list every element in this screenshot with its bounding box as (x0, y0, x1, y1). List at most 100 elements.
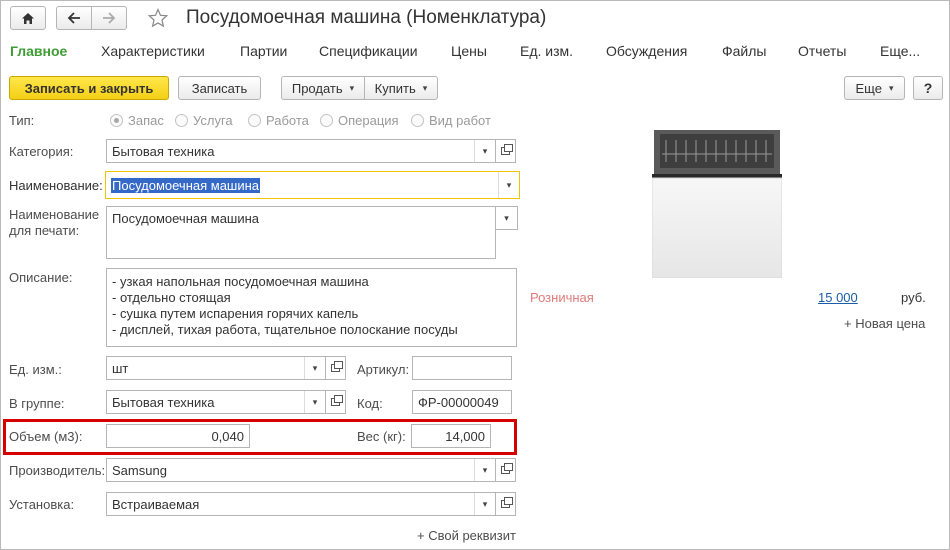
buy-label: Купить (374, 80, 416, 96)
chevron-down-icon[interactable]: ▾ (304, 357, 325, 379)
price-value-link[interactable]: 15 000 (818, 290, 858, 305)
save-and-close-button[interactable]: Записать и закрыть (9, 76, 169, 100)
price-kind-label: Розничная (530, 290, 594, 305)
manufacturer-label: Производитель: (9, 463, 106, 478)
weight-label: Вес (кг): (357, 429, 406, 444)
description-field[interactable]: - узкая напольная посудомоечная машина -… (106, 268, 517, 347)
type-option-service[interactable]: Услуга (175, 113, 233, 128)
unit-label: Ед. изм.: (9, 362, 62, 377)
category-label: Категория: (9, 144, 74, 159)
print-name-label-line2: для печати: (9, 223, 80, 238)
article-label: Артикул: (357, 362, 410, 377)
name-label: Наименование: (9, 178, 103, 193)
chevron-down-icon[interactable]: ▾ (498, 172, 519, 198)
code-value: ФР-00000049 (418, 394, 499, 410)
description-line: - сушка путем испарения горячих капель (112, 306, 359, 321)
print-name-dropdown[interactable]: ▾ (496, 206, 518, 230)
calculator-icon[interactable] (490, 425, 491, 447)
type-option-work-kind-label: Вид работ (429, 113, 491, 128)
more-button[interactable]: Еще (844, 76, 905, 100)
tab-more[interactable]: Еще... (880, 43, 920, 59)
tab-units[interactable]: Ед. изм. (520, 43, 573, 59)
price-currency: руб. (901, 290, 926, 305)
name-value: Посудомоечная машина (111, 177, 261, 193)
type-option-stock-label: Запас (128, 113, 164, 128)
group-open-button[interactable] (326, 390, 346, 414)
unit-value: шт (112, 360, 129, 376)
article-field[interactable] (412, 356, 512, 380)
tab-characteristics[interactable]: Характеристики (101, 43, 205, 59)
radio-icon (411, 114, 424, 127)
more-label: Еще (855, 80, 882, 96)
window-title: Посудомоечная машина (Номенклатура) (186, 7, 547, 28)
group-label: В группе: (9, 396, 65, 411)
tab-prices[interactable]: Цены (451, 43, 487, 59)
installation-value: Встраиваемая (112, 496, 200, 512)
code-field[interactable]: ФР-00000049 (412, 390, 512, 414)
volume-field[interactable]: 0,040 (106, 424, 250, 448)
manufacturer-field[interactable]: Samsung ▾ (106, 458, 496, 482)
sell-button[interactable]: Продать (281, 76, 365, 100)
category-value: Бытовая техника (112, 143, 215, 159)
arrow-right-icon (103, 12, 116, 24)
calculator-icon[interactable] (249, 425, 250, 447)
help-button[interactable]: ? (913, 76, 943, 100)
chevron-down-icon[interactable]: ▾ (474, 140, 495, 162)
radio-icon (175, 114, 188, 127)
description-label: Описание: (9, 270, 73, 285)
dishwasher-image (651, 130, 783, 279)
type-option-work-kind[interactable]: Вид работ (411, 113, 491, 128)
name-field[interactable]: Посудомоечная машина ▾ (105, 171, 520, 199)
chevron-down-icon[interactable]: ▾ (474, 459, 495, 481)
unit-open-button[interactable] (326, 356, 346, 380)
category-field[interactable]: Бытовая техника ▾ (106, 139, 496, 163)
unit-field[interactable]: шт ▾ (106, 356, 326, 380)
back-button[interactable] (56, 6, 92, 30)
volume-label: Объем (м3): (9, 429, 83, 444)
manufacturer-open-button[interactable] (496, 458, 516, 482)
description-line: - узкая напольная посудомоечная машина (112, 274, 369, 289)
forward-button[interactable] (91, 6, 127, 30)
tab-reports[interactable]: Отчеты (798, 43, 846, 59)
tab-files[interactable]: Файлы (722, 43, 766, 59)
chevron-down-icon[interactable]: ▾ (304, 391, 325, 413)
type-option-operation-label: Операция (338, 113, 399, 128)
save-button[interactable]: Записать (178, 76, 261, 100)
tab-discussions[interactable]: Обсуждения (606, 43, 687, 59)
installation-field[interactable]: Встраиваемая ▾ (106, 492, 496, 516)
volume-value: 0,040 (211, 428, 244, 444)
radio-icon (320, 114, 333, 127)
type-option-operation[interactable]: Операция (320, 113, 399, 128)
radio-selected-icon (110, 114, 123, 127)
print-name-value: Посудомоечная машина (112, 211, 260, 226)
open-icon (501, 144, 513, 155)
tab-batches[interactable]: Партии (240, 43, 287, 59)
product-image[interactable] (651, 130, 783, 279)
favorite-star-icon[interactable] (146, 6, 170, 30)
home-button[interactable] (10, 6, 46, 30)
type-label: Тип: (9, 113, 35, 128)
open-icon (331, 361, 343, 372)
print-name-label-line1: Наименование (9, 207, 100, 222)
tab-main[interactable]: Главное (10, 43, 67, 59)
home-icon (22, 12, 34, 24)
add-custom-property-link[interactable]: + Свой реквизит (417, 528, 516, 543)
new-price-link[interactable]: + Новая цена (844, 316, 925, 331)
installation-label: Установка: (9, 497, 75, 512)
chevron-down-icon[interactable]: ▾ (474, 493, 495, 515)
manufacturer-value: Samsung (112, 462, 167, 478)
arrow-left-icon (67, 12, 80, 24)
tab-specifications[interactable]: Спецификации (319, 43, 418, 59)
print-name-field[interactable]: Посудомоечная машина (106, 206, 496, 259)
buy-button[interactable]: Купить (364, 76, 438, 100)
radio-icon (248, 114, 261, 127)
type-option-work[interactable]: Работа (248, 113, 309, 128)
sell-label: Продать (291, 80, 343, 96)
open-icon (501, 497, 513, 508)
type-option-stock[interactable]: Запас (110, 113, 164, 128)
category-open-button[interactable] (496, 139, 516, 163)
description-line: - отдельно стоящая (112, 290, 231, 305)
group-field[interactable]: Бытовая техника ▾ (106, 390, 326, 414)
installation-open-button[interactable] (496, 492, 516, 516)
weight-field[interactable]: 14,000 (411, 424, 491, 448)
